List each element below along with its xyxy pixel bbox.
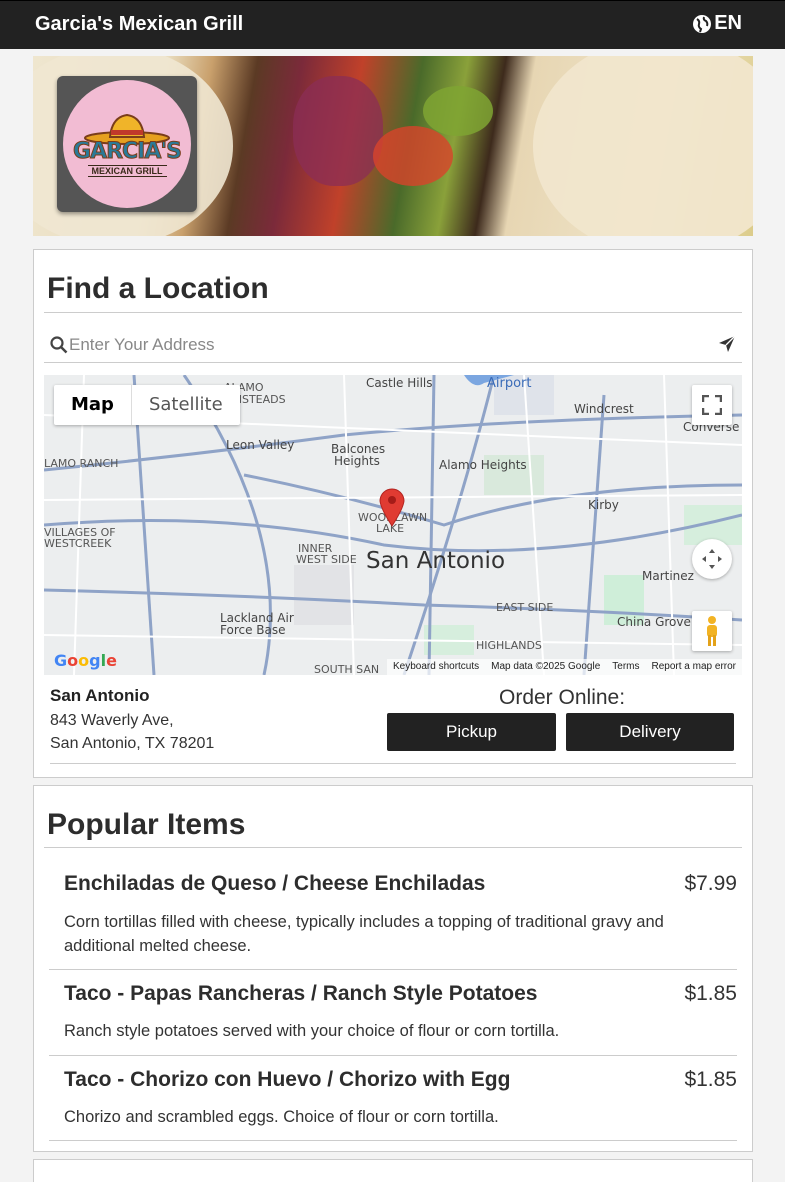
google-logo: Google: [54, 651, 117, 670]
menu-item-price: $1.85: [684, 1068, 737, 1091]
section-title: Popular Items: [47, 808, 246, 841]
divider: [44, 312, 742, 313]
next-section: [33, 1159, 753, 1182]
street-view-button[interactable]: [692, 611, 732, 651]
report-map-error-link[interactable]: Report a map error: [652, 661, 736, 673]
pegman-icon: [707, 616, 717, 646]
logo-subtitle: MEXICAN GRILL: [87, 165, 167, 177]
order-online-label: Order Online:: [499, 686, 626, 709]
popular-items-section: Popular Items Enchiladas de Queso / Chee…: [33, 785, 753, 1152]
divider: [49, 1140, 737, 1141]
divider: [49, 969, 737, 970]
menu-item-name[interactable]: Taco - Papas Rancheras / Ranch Style Pot…: [64, 982, 537, 1006]
map-type-satellite[interactable]: Satellite: [132, 385, 240, 425]
divider: [49, 1055, 737, 1056]
globe-icon: [693, 14, 712, 33]
menu-item-price: $1.85: [684, 982, 737, 1005]
top-navbar: Garcia's Mexican Grill EN: [0, 0, 785, 49]
menu-item-name[interactable]: Taco - Chorizo con Huevo / Chorizo with …: [64, 1068, 510, 1092]
pickup-button[interactable]: Pickup: [387, 713, 556, 751]
divider: [44, 847, 742, 848]
address-input[interactable]: [69, 332, 669, 358]
address-line-2: San Antonio, TX 78201: [50, 735, 215, 752]
fullscreen-button[interactable]: [692, 385, 732, 425]
hero-banner: GARCIA'S MEXICAN GRILL: [33, 56, 753, 236]
restaurant-logo: GARCIA'S MEXICAN GRILL: [57, 76, 197, 212]
language-selector[interactable]: EN: [692, 12, 742, 35]
language-code: EN: [714, 12, 742, 34]
menu-item-description: Corn tortillas filled with cheese, typic…: [64, 913, 664, 955]
map-pin-icon[interactable]: [378, 487, 406, 527]
map-city-label: San Antonio: [366, 548, 506, 574]
map-type-toggle: Map Satellite: [54, 385, 240, 425]
keyboard-shortcuts-link[interactable]: Keyboard shortcuts: [393, 661, 479, 673]
address-line-1: 843 Waverly Ave,: [50, 712, 174, 729]
terms-link[interactable]: Terms: [612, 661, 639, 673]
map-camera-control[interactable]: [692, 539, 732, 579]
menu-item-name[interactable]: Enchiladas de Queso / Cheese Enchiladas: [64, 872, 485, 896]
search-icon: [50, 336, 68, 354]
location-address: 843 Waverly Ave, San Antonio, TX 78201: [50, 709, 214, 755]
brand-name[interactable]: Garcia's Mexican Grill: [35, 13, 243, 36]
divider: [50, 763, 736, 764]
menu-item-description: Chorizo and scrambled eggs. Choice of fl…: [64, 1108, 499, 1126]
section-title: Find a Location: [47, 272, 269, 305]
location-name: San Antonio: [50, 686, 150, 705]
locate-me-icon[interactable]: [718, 335, 736, 353]
address-search: [44, 328, 742, 363]
location-map[interactable]: Alamo Farmsteads Castle Hills Airport Wi…: [44, 375, 742, 675]
map-type-map[interactable]: Map: [54, 385, 132, 425]
delivery-button[interactable]: Delivery: [566, 713, 734, 751]
find-location-section: Find a Location Enter Your Address ALAMO…: [33, 249, 753, 778]
menu-item-description: Ranch style potatoes served with your ch…: [64, 1022, 560, 1040]
map-footer: Keyboard shortcuts Map data ©2025 Google…: [386, 659, 742, 675]
pan-arrows-icon: [702, 549, 722, 569]
menu-item-price: $7.99: [684, 872, 737, 895]
fullscreen-icon: [702, 395, 722, 415]
map-data-credit: Map data ©2025 Google: [491, 661, 601, 672]
logo-title: GARCIA'S: [73, 139, 183, 164]
